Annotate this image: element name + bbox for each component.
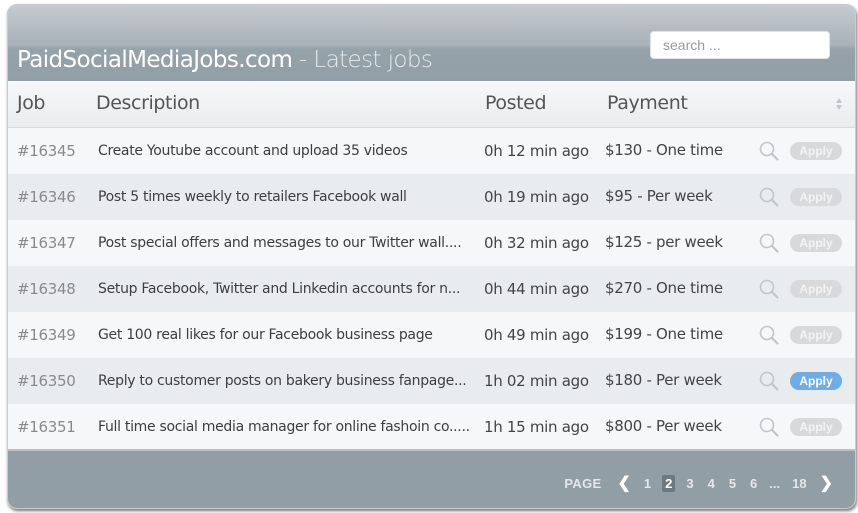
column-header-payment[interactable]: Payment [607, 92, 688, 114]
page-link[interactable]: 3 [683, 475, 696, 492]
magnifier-icon[interactable] [758, 278, 780, 300]
job-payment: $95 - Per week [605, 187, 713, 205]
table-row[interactable]: #16345 Create Youtube account and upload … [8, 128, 855, 175]
column-header-description[interactable]: Description [96, 92, 200, 114]
footer: PAGE ❮ 123456 ... 18 ❯ [8, 449, 855, 508]
magnifier-icon[interactable] [758, 416, 780, 438]
job-payment: $270 - One time [605, 279, 723, 297]
job-posted-time: 1h 15 min ago [484, 418, 589, 436]
job-id: #16350 [17, 372, 76, 390]
page-link[interactable]: 4 [705, 475, 718, 492]
page-link-current[interactable]: 2 [662, 474, 676, 492]
job-posted-time: 0h 49 min ago [484, 326, 589, 344]
job-posted-time: 0h 44 min ago [484, 280, 589, 298]
job-id: #16348 [17, 280, 76, 298]
job-payment: $180 - Per week [605, 371, 722, 389]
column-header-posted[interactable]: Posted [485, 92, 547, 114]
pagination-ellipsis: ... [769, 475, 781, 491]
job-id: #16347 [17, 234, 76, 252]
apply-button[interactable]: Apply [790, 326, 842, 344]
job-payment: $130 - One time [605, 141, 723, 159]
page-title: PaidSocialMediaJobs.com - Latest jobs [17, 47, 433, 73]
job-posted-time: 0h 32 min ago [484, 234, 589, 252]
apply-button[interactable]: Apply [790, 280, 842, 298]
job-posted-time: 0h 19 min ago [484, 188, 589, 206]
apply-button[interactable]: Apply [790, 142, 842, 160]
job-payment: $199 - One time [605, 325, 723, 343]
job-description[interactable]: Full time social media manager for onlin… [98, 419, 470, 435]
job-payment: $800 - Per week [605, 417, 722, 435]
page-list: 123456 [637, 474, 764, 492]
job-id: #16345 [17, 142, 76, 160]
apply-button[interactable]: Apply [790, 372, 842, 390]
page-link[interactable]: 6 [747, 475, 760, 492]
magnifier-icon[interactable] [758, 186, 780, 208]
column-header-job[interactable]: Job [17, 92, 45, 114]
job-id: #16351 [17, 418, 76, 436]
job-id: #16349 [17, 326, 76, 344]
job-description[interactable]: Get 100 real likes for our Facebook busi… [98, 327, 433, 343]
sort-icon[interactable] [835, 97, 843, 111]
apply-button[interactable]: Apply [790, 418, 842, 436]
magnifier-icon[interactable] [758, 370, 780, 392]
apply-button[interactable]: Apply [790, 234, 842, 252]
apply-button[interactable]: Apply [790, 188, 842, 206]
job-id: #16346 [17, 188, 76, 206]
job-description[interactable]: Setup Facebook, Twitter and Linkedin acc… [98, 281, 460, 297]
table-row[interactable]: #16348 Setup Facebook, Twitter and Linked… [8, 266, 855, 313]
job-description[interactable]: Create Youtube account and upload 35 vid… [98, 143, 408, 159]
search-input[interactable] [650, 31, 830, 59]
page-label: PAGE [564, 475, 602, 491]
page-link[interactable]: 1 [641, 475, 654, 492]
job-description[interactable]: Post 5 times weekly to retailers Faceboo… [98, 189, 407, 205]
job-description[interactable]: Post special offers and messages to our … [98, 235, 462, 251]
table-row[interactable]: #16346 Post 5 times weekly to retailers F… [8, 174, 855, 221]
table-row[interactable]: #16349 Get 100 real likes for our Faceboo… [8, 312, 855, 359]
table-row[interactable]: #16351 Full time social media manager for… [8, 404, 855, 451]
header: PaidSocialMediaJobs.com - Latest jobs [8, 5, 855, 81]
site-name: PaidSocialMediaJobs.com [17, 47, 293, 73]
magnifier-icon[interactable] [758, 324, 780, 346]
jobs-panel: PaidSocialMediaJobs.com - Latest jobs Jo… [7, 4, 856, 509]
job-posted-time: 1h 02 min ago [484, 372, 589, 390]
table-row[interactable]: #16350 Reply to customer posts on bakery … [8, 358, 855, 405]
magnifier-icon[interactable] [758, 140, 780, 162]
pagination: PAGE ❮ 123456 ... 18 ❯ [564, 473, 839, 493]
page-link-last[interactable]: 18 [789, 475, 809, 492]
table-row[interactable]: #16347 Post special offers and messages t… [8, 220, 855, 267]
page-subtitle: - Latest jobs [292, 47, 433, 73]
table-header: Job Description Posted Payment [8, 81, 855, 128]
chevron-right-icon[interactable]: ❯ [820, 473, 833, 493]
magnifier-icon[interactable] [758, 232, 780, 254]
page-link[interactable]: 5 [726, 475, 739, 492]
chevron-left-icon[interactable]: ❮ [617, 473, 630, 493]
job-posted-time: 0h 12 min ago [484, 142, 589, 160]
job-payment: $125 - per week [605, 233, 723, 251]
job-description[interactable]: Reply to customer posts on bakery busine… [98, 373, 467, 389]
